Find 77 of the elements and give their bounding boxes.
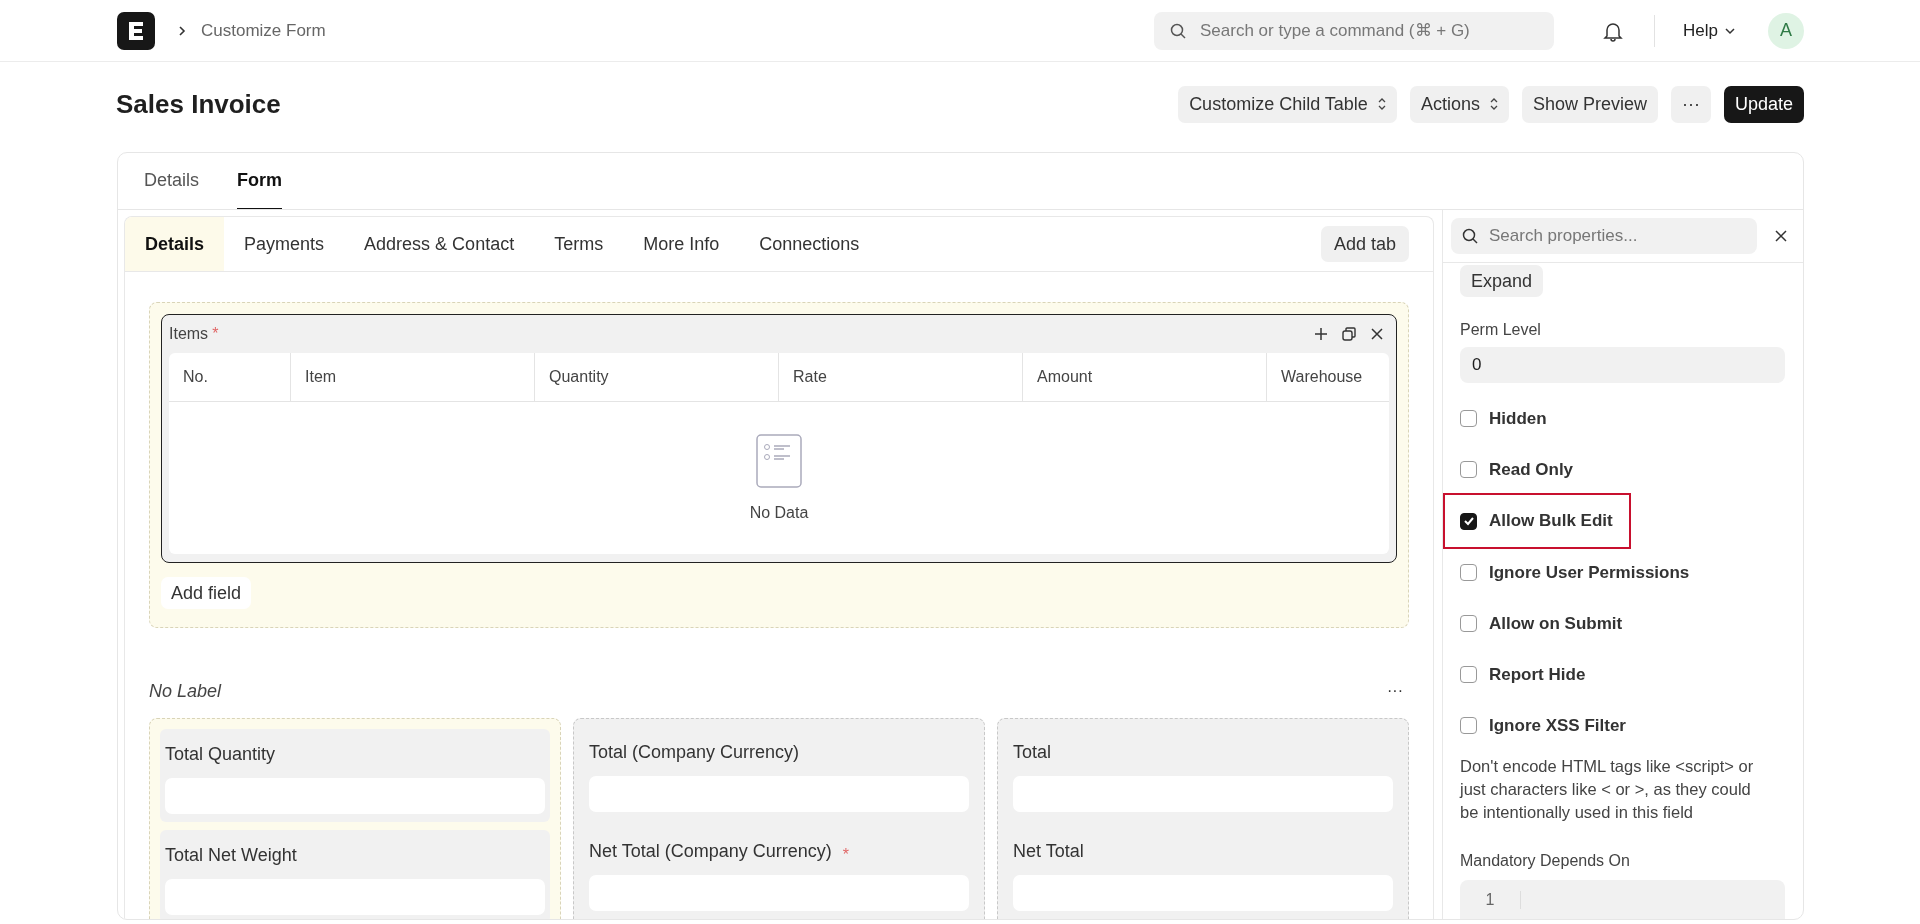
checkbox-row[interactable]: Ignore User Permissions [1460,547,1706,598]
column-header: Rate [779,353,1023,401]
checkbox[interactable] [1460,461,1477,478]
checkmark-icon [1462,516,1475,526]
items-table[interactable]: Items * No. Item Quantity Rate Amount Warehouse No Data [161,314,1397,563]
field-label: Mandatory Depends On [1460,852,1630,871]
field-label: Net Total (Company Currency) [589,840,832,863]
column-header: Amount [1023,353,1267,401]
user-avatar[interactable]: A [1768,12,1804,49]
layout-tab[interactable]: Details [125,217,225,271]
field-label: Total (Company Currency) [589,741,800,764]
search-icon [1169,21,1188,40]
required-mark: * [842,845,849,865]
layout-tab[interactable]: Terms [534,217,624,271]
chevron-icon [177,24,187,37]
update-button[interactable]: Update [1723,85,1804,123]
column-header: Item [291,353,535,401]
column-header: Warehouse [1280,367,1364,387]
header-button[interactable]: ··· [1670,85,1711,123]
checkbox-row[interactable]: Hidden [1460,393,1563,444]
checkbox[interactable] [1460,410,1477,427]
field-label: Total Net Weight [165,844,297,867]
required-mark: * [212,325,219,343]
checkbox-row[interactable]: Ignore XSS Filter [1460,700,1642,751]
field-label: Items [169,325,209,343]
help-menu[interactable]: Help [1677,19,1742,42]
empty-list-icon [756,434,802,488]
column-header: Quantity [535,353,779,401]
search-field[interactable]: Search properties... [1451,218,1757,254]
search-icon [1461,227,1479,245]
breadcrumb-link[interactable]: Customize Form [201,20,326,41]
close-icon[interactable] [1369,326,1385,342]
input-field[interactable]: 0 [1460,347,1785,383]
description-text: Don't encode HTML tags like <script> or just characters like < or >, as they could be intentionally used in this field [1460,756,1755,824]
layout-tab[interactable]: Connections [739,217,880,271]
add-tab-button[interactable]: Add tab [1320,226,1409,262]
up-down-caret-icon [1377,98,1386,110]
section-label: No Label [149,680,222,702]
duplicate-icon[interactable] [1341,326,1357,342]
layout-tab[interactable]: More Info [623,217,740,271]
section-menu-button[interactable]: ··· [1381,681,1409,701]
layout-tab[interactable]: Address & Contact [344,217,535,271]
dropdown-button[interactable]: Actions [1409,85,1509,123]
field-label: Perm Level [1460,321,1541,339]
empty-state-text: No Data [749,504,809,522]
checkbox-row[interactable]: Read Only [1460,444,1590,495]
field-label: Net Total [1013,840,1084,863]
checkbox-row[interactable]: Allow on Submit [1460,598,1639,649]
line-number: 1 [1460,891,1521,910]
view-tab[interactable]: Details [144,153,200,209]
chevron-down-icon [1724,26,1736,35]
dropdown-button[interactable]: Customize Child Table [1178,85,1397,123]
highlighted-checkbox-row[interactable]: Allow Bulk Edit [1445,495,1629,547]
column-panel[interactable]: Total Net Total [997,718,1409,919]
checkbox[interactable] [1460,564,1477,581]
checkbox[interactable] [1460,666,1477,683]
page-title: Sales Invoice [116,88,282,120]
layout-tab[interactable]: Payments [224,217,345,271]
header-button[interactable]: Show Preview [1521,85,1658,123]
code-editor[interactable]: 1 [1460,880,1785,919]
checkbox-row[interactable]: Report Hide [1460,649,1602,700]
search-field[interactable]: Search or type a command (⌘ + G) [1154,11,1555,50]
app-logo-icon[interactable] [117,11,155,50]
column-panel[interactable]: Total Quantity Total Net Weight [149,718,561,919]
up-down-caret-icon [1489,98,1498,110]
checkbox[interactable] [1460,615,1477,632]
add-field-button[interactable]: Add field [161,577,252,609]
column-header: No. [169,353,291,401]
column-panel[interactable]: Total (Company Currency) Net Total (Company Currency) * [573,718,985,919]
add-icon[interactable] [1313,326,1329,342]
close-icon[interactable] [1773,228,1789,244]
field-label: Total Quantity [165,743,276,766]
view-tab[interactable]: Form [237,153,283,209]
expand-button[interactable]: Expand [1460,265,1544,297]
checkbox[interactable] [1460,717,1477,734]
checkbox[interactable] [1460,512,1477,530]
field-label: Total [1013,741,1052,764]
